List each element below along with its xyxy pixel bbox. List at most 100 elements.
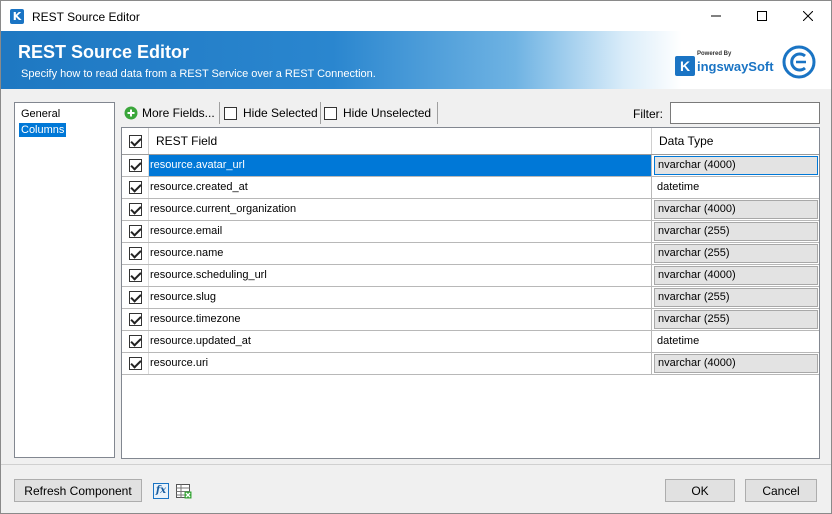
logo-powered-by: Powered By	[697, 51, 732, 57]
hide-unselected-checkbox[interactable]: Hide Unselected	[324, 104, 431, 122]
more-fields-button[interactable]: More Fields...	[124, 104, 215, 122]
data-type-value[interactable]: nvarchar (255)	[654, 310, 818, 329]
row-checkbox[interactable]	[128, 225, 142, 238]
row-checkbox[interactable]	[128, 313, 142, 326]
row-checkbox-cell	[122, 199, 149, 220]
filter-input[interactable]	[670, 102, 820, 124]
maximize-button[interactable]	[739, 1, 785, 31]
rest-field-cell[interactable]: resource.created_at	[149, 177, 652, 198]
close-icon	[803, 11, 813, 21]
data-type-value[interactable]: nvarchar (255)	[654, 244, 818, 263]
banner-title: REST Source Editor	[18, 42, 190, 62]
row-checkbox[interactable]	[128, 181, 142, 194]
table-row[interactable]: resource.avatar_url nvarchar (4000)	[122, 155, 819, 177]
banner-subtitle: Specify how to read data from a REST Ser…	[21, 68, 376, 80]
minimize-button[interactable]	[693, 1, 739, 31]
cancel-button[interactable]: Cancel	[745, 479, 817, 502]
toolbar-separator	[320, 102, 321, 124]
hide-selected-box[interactable]	[224, 106, 237, 120]
column-header-rest-field[interactable]: REST Field	[149, 128, 652, 154]
row-checkbox[interactable]	[128, 357, 142, 370]
nav-item-general[interactable]: General	[19, 107, 62, 121]
data-type-cell[interactable]: nvarchar (255)	[653, 221, 819, 242]
rest-field-cell[interactable]: resource.name	[149, 243, 652, 264]
minimize-icon	[711, 15, 721, 17]
rest-field-cell[interactable]: resource.timezone	[149, 309, 652, 330]
ok-button[interactable]: OK	[665, 479, 735, 502]
table-row[interactable]: resource.slug nvarchar (255)	[122, 287, 819, 309]
row-checkbox-cell	[122, 353, 149, 374]
data-type-cell[interactable]: nvarchar (4000)	[653, 353, 819, 374]
row-checkbox[interactable]	[128, 335, 142, 348]
rest-source-editor-window: K REST Source Editor REST Source Editor …	[0, 0, 832, 514]
data-type-cell[interactable]: nvarchar (255)	[653, 287, 819, 308]
data-type-value[interactable]: nvarchar (4000)	[654, 266, 818, 285]
more-fields-label: More Fields...	[142, 106, 215, 120]
table-row[interactable]: resource.scheduling_url nvarchar (4000)	[122, 265, 819, 287]
data-type-value[interactable]: nvarchar (4000)	[654, 200, 818, 219]
data-type-value[interactable]: nvarchar (255)	[654, 288, 818, 307]
nav-item-columns[interactable]: Columns	[19, 123, 67, 137]
hide-unselected-box[interactable]	[324, 106, 337, 120]
toolbar-separator	[219, 102, 220, 124]
data-type-value[interactable]: nvarchar (255)	[654, 222, 818, 241]
table-row[interactable]: resource.timezone nvarchar (255)	[122, 309, 819, 331]
window-title: REST Source Editor	[32, 10, 140, 24]
row-checkbox[interactable]	[128, 247, 142, 260]
refresh-component-button[interactable]: Refresh Component	[14, 479, 142, 502]
add-circle-icon	[124, 106, 138, 120]
row-checkbox[interactable]	[128, 159, 142, 172]
row-checkbox-cell	[122, 309, 149, 330]
rest-field-cell[interactable]: resource.avatar_url	[149, 155, 652, 176]
maximize-icon	[757, 11, 767, 21]
connector-c-logo-icon	[782, 45, 816, 79]
data-type-cell[interactable]: nvarchar (255)	[653, 309, 819, 330]
select-all-cell	[122, 128, 149, 154]
data-type-cell[interactable]: nvarchar (4000)	[653, 155, 819, 176]
row-checkbox-cell	[122, 287, 149, 308]
logo-wordmark: ingswaySoft	[697, 59, 774, 74]
rest-field-cell[interactable]: resource.slug	[149, 287, 652, 308]
row-checkbox-cell	[122, 177, 149, 198]
table-row[interactable]: resource.created_at datetime	[122, 177, 819, 199]
data-type-value[interactable]: nvarchar (4000)	[654, 354, 818, 373]
toolbar-separator	[437, 102, 438, 124]
row-checkbox-cell	[122, 265, 149, 286]
hide-selected-label: Hide Selected	[243, 106, 318, 120]
row-checkbox[interactable]	[128, 291, 142, 304]
data-type-cell[interactable]: nvarchar (255)	[653, 243, 819, 264]
row-checkbox[interactable]	[128, 203, 142, 216]
row-checkbox-cell	[122, 221, 149, 242]
columns-grid: REST Field Data Type resource.avatar_url…	[121, 127, 820, 459]
close-button[interactable]	[785, 1, 831, 31]
rest-field-cell[interactable]: resource.scheduling_url	[149, 265, 652, 286]
row-checkbox-cell	[122, 243, 149, 264]
data-type-value[interactable]: nvarchar (4000)	[654, 156, 818, 175]
hide-selected-checkbox[interactable]: Hide Selected	[224, 104, 318, 122]
rest-field-cell[interactable]: resource.updated_at	[149, 331, 652, 352]
grid-header: REST Field Data Type	[122, 128, 819, 155]
fx-expression-icon[interactable]: fx	[153, 483, 169, 499]
header-banner: REST Source Editor Specify how to read d…	[1, 31, 831, 89]
row-checkbox-cell	[122, 155, 149, 176]
row-checkbox[interactable]	[128, 269, 142, 282]
table-row[interactable]: resource.name nvarchar (255)	[122, 243, 819, 265]
data-type-cell[interactable]: nvarchar (4000)	[653, 265, 819, 286]
data-type-cell[interactable]: datetime	[653, 331, 819, 352]
spreadsheet-icon[interactable]	[176, 483, 192, 499]
row-checkbox-cell	[122, 331, 149, 352]
table-row[interactable]: resource.current_organization nvarchar (4…	[122, 199, 819, 221]
rest-field-cell[interactable]: resource.email	[149, 221, 652, 242]
left-nav-panel: General Columns	[14, 102, 115, 458]
filter-label: Filter:	[633, 107, 663, 121]
column-header-data-type[interactable]: Data Type	[653, 128, 819, 154]
data-type-cell[interactable]: nvarchar (4000)	[653, 199, 819, 220]
table-row[interactable]: resource.updated_at datetime	[122, 331, 819, 353]
rest-field-cell[interactable]: resource.uri	[149, 353, 652, 374]
table-row[interactable]: resource.uri nvarchar (4000)	[122, 353, 819, 375]
data-type-cell[interactable]: datetime	[653, 177, 819, 198]
rest-field-cell[interactable]: resource.current_organization	[149, 199, 652, 220]
table-row[interactable]: resource.email nvarchar (255)	[122, 221, 819, 243]
select-all-checkbox[interactable]	[128, 134, 142, 148]
title-bar: K REST Source Editor	[1, 1, 831, 31]
